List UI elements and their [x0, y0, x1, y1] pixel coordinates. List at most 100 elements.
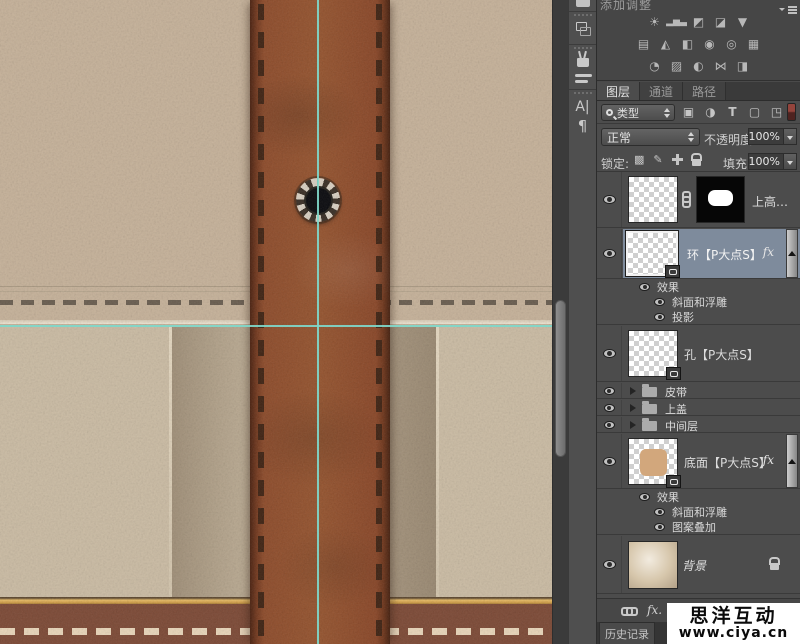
- layer-name[interactable]: 底面【P大点S】: [684, 454, 771, 471]
- layer-name[interactable]: 上高…: [752, 193, 788, 210]
- layer-row-background[interactable]: 背景: [597, 536, 800, 594]
- invert-icon[interactable]: ◔: [647, 59, 663, 73]
- paragraph-panel-icon[interactable]: ¶: [569, 117, 596, 135]
- layer-thumbnail[interactable]: [628, 541, 678, 589]
- layer-filtering-toggle[interactable]: [787, 103, 796, 121]
- effect-item-row[interactable]: 斜面和浮雕: [597, 504, 800, 519]
- group-row-cover[interactable]: 上盖: [597, 400, 800, 416]
- group-name[interactable]: 中间层: [665, 418, 698, 434]
- vibrance-icon[interactable]: ▼: [735, 15, 751, 29]
- tab-layers[interactable]: 图层: [597, 82, 640, 100]
- brush-presets-panel-icon[interactable]: [577, 58, 589, 67]
- lock-all-icon[interactable]: [692, 159, 701, 166]
- visibility-eye-icon[interactable]: [654, 508, 665, 516]
- layer-row-bottom-face[interactable]: 底面【P大点S】 fx: [597, 434, 800, 489]
- levels-icon[interactable]: ▂▅▃: [669, 15, 685, 29]
- expand-triangle-icon[interactable]: [630, 387, 640, 395]
- filter-smart-objects-icon[interactable]: ◳: [769, 104, 784, 120]
- brightness-contrast-icon[interactable]: ☀: [647, 15, 663, 29]
- filter-shape-layers-icon[interactable]: ▢: [747, 104, 762, 120]
- expand-triangle-icon[interactable]: [630, 421, 640, 429]
- effects-header-row[interactable]: 效果: [597, 490, 800, 504]
- visibility-eye-icon[interactable]: [639, 493, 650, 501]
- visibility-eye-icon[interactable]: [604, 404, 615, 412]
- visibility-eye-icon[interactable]: [603, 195, 616, 204]
- visibility-eye-icon[interactable]: [604, 387, 615, 395]
- opacity-dropdown-button[interactable]: [783, 128, 797, 145]
- group-row-middle[interactable]: 中间层: [597, 417, 800, 433]
- curves-icon[interactable]: ◩: [691, 15, 707, 29]
- mask-link-icon[interactable]: [682, 191, 691, 208]
- visibility-eye-icon[interactable]: [639, 283, 650, 291]
- visibility-eye-icon[interactable]: [654, 313, 665, 321]
- visibility-eye-icon[interactable]: [603, 349, 616, 358]
- opacity-value[interactable]: 100%: [748, 128, 784, 145]
- lock-transparency-icon[interactable]: ▩: [634, 153, 644, 166]
- character-panel-icon[interactable]: A|: [569, 98, 596, 116]
- layer-name[interactable]: 背景: [682, 557, 706, 574]
- filter-type-dropdown[interactable]: 类型: [601, 104, 675, 121]
- exposure-icon[interactable]: ◪: [713, 15, 729, 29]
- effect-item-row[interactable]: 斜面和浮雕: [597, 294, 800, 309]
- expand-triangle-icon[interactable]: [630, 404, 640, 412]
- effect-item-row[interactable]: 投影: [597, 309, 800, 325]
- vertical-guide[interactable]: [317, 0, 319, 644]
- lock-position-icon[interactable]: [672, 154, 683, 165]
- posterize-icon[interactable]: ▨: [669, 59, 685, 73]
- filter-type-layers-icon[interactable]: T: [725, 104, 740, 120]
- fx-badge[interactable]: fx: [763, 453, 774, 467]
- horizontal-guide[interactable]: [0, 325, 552, 327]
- effect-item-label: 斜面和浮雕: [672, 504, 727, 520]
- layer-thumbnail[interactable]: [628, 330, 678, 377]
- lock-pixels-icon[interactable]: ✎: [653, 153, 662, 166]
- add-layer-style-icon[interactable]: fx.: [647, 603, 662, 617]
- selective-color-icon[interactable]: ◨: [735, 59, 751, 73]
- layer-mask-thumbnail[interactable]: [696, 176, 745, 223]
- hue-saturation-icon[interactable]: ▤: [636, 37, 652, 51]
- layer-row-hole[interactable]: 孔【P大点S】: [597, 326, 800, 382]
- visibility-eye-icon[interactable]: [603, 249, 616, 258]
- visibility-eye-icon[interactable]: [654, 298, 665, 306]
- gradient-map-icon[interactable]: ⋈: [713, 59, 729, 73]
- channel-mixer-icon[interactable]: ◎: [724, 37, 740, 51]
- layer-thumbnail[interactable]: [628, 438, 678, 485]
- tab-history[interactable]: 历史记录: [599, 622, 655, 644]
- visibility-eye-icon[interactable]: [603, 560, 616, 569]
- layer-row-ring-selected[interactable]: 环【P大点S】 fx: [597, 229, 800, 279]
- effect-item-row[interactable]: 图案叠加: [597, 519, 800, 535]
- threshold-icon[interactable]: ◐: [691, 59, 707, 73]
- panel-menu-icon[interactable]: [779, 4, 797, 16]
- link-layers-icon[interactable]: [621, 607, 638, 616]
- tool-presets-panel-icon[interactable]: [575, 74, 592, 86]
- tab-channels[interactable]: 通道: [640, 82, 683, 100]
- fx-badge[interactable]: fx: [763, 245, 774, 259]
- collapse-effects-bar[interactable]: [786, 229, 798, 278]
- document-canvas[interactable]: [0, 0, 552, 644]
- photo-filter-icon[interactable]: ◉: [702, 37, 718, 51]
- visibility-eye-icon[interactable]: [604, 421, 615, 429]
- layer-thumbnail[interactable]: [626, 231, 678, 276]
- black-white-icon[interactable]: ◧: [680, 37, 696, 51]
- fill-dropdown-button[interactable]: [783, 153, 797, 170]
- filter-adjustment-layers-icon[interactable]: ◑: [703, 104, 718, 120]
- filter-pixel-layers-icon[interactable]: ▣: [681, 104, 696, 120]
- layer-name[interactable]: 孔【P大点S】: [684, 346, 759, 363]
- visibility-eye-icon[interactable]: [603, 457, 616, 466]
- color-balance-icon[interactable]: ◭: [658, 37, 674, 51]
- canvas-vertical-scrollbar[interactable]: [552, 0, 568, 644]
- blend-mode-select[interactable]: 正常: [601, 128, 700, 146]
- layer-row-top-mask[interactable]: 上高…: [597, 172, 800, 228]
- layer-name[interactable]: 环【P大点S】: [687, 246, 762, 263]
- scrollbar-thumb[interactable]: [555, 300, 566, 457]
- color-lookup-icon[interactable]: ▦: [746, 37, 762, 51]
- group-name[interactable]: 上盖: [665, 401, 687, 417]
- group-row-belt[interactable]: 皮带: [597, 383, 800, 399]
- tab-paths[interactable]: 路径: [683, 82, 726, 100]
- fill-value[interactable]: 100%: [748, 153, 784, 170]
- group-name[interactable]: 皮带: [665, 384, 687, 400]
- visibility-eye-icon[interactable]: [654, 523, 665, 531]
- layer-thumbnail[interactable]: [628, 176, 678, 223]
- clipped-panel-icon[interactable]: [576, 0, 590, 7]
- collapse-effects-bar[interactable]: [786, 434, 798, 488]
- effects-header-row[interactable]: 效果: [597, 280, 800, 294]
